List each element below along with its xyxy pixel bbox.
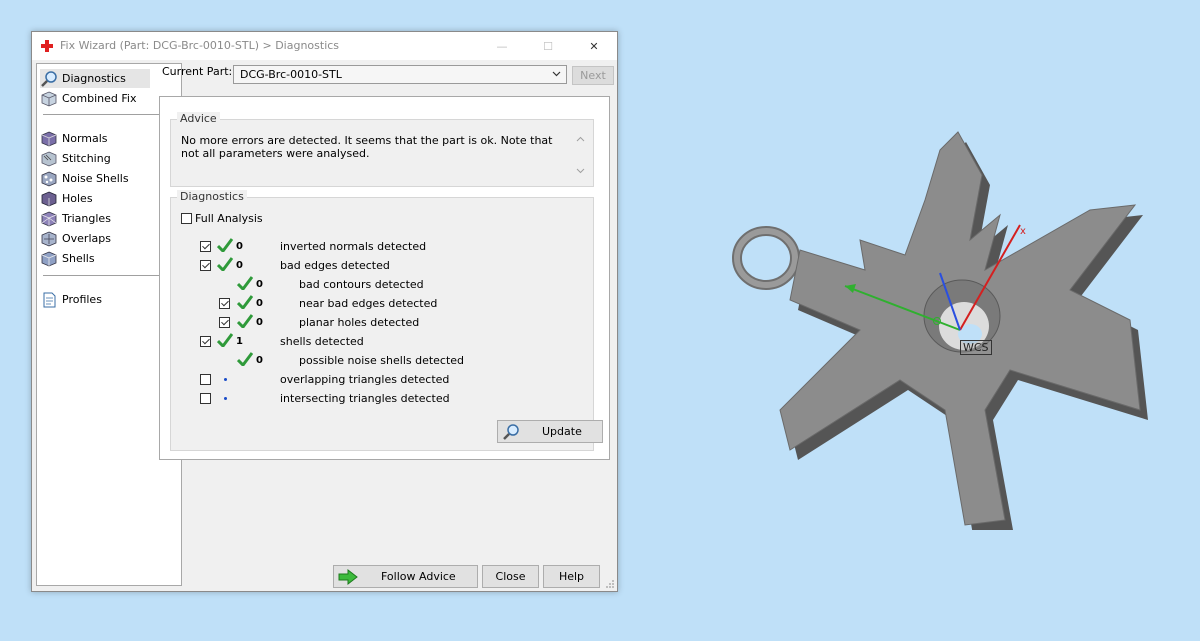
- inverted-normals-label: inverted normals detected: [280, 240, 427, 253]
- bad-edges-count: 0: [236, 260, 243, 271]
- title-bar[interactable]: Fix Wizard (Part: DCG-Brc-0010-STL) > Di…: [32, 32, 617, 60]
- diagnostics-group: Diagnostics Full Analysis 0 inverted nor…: [170, 190, 603, 451]
- fix-wizard-window: Fix Wizard (Part: DCG-Brc-0010-STL) > Di…: [31, 31, 618, 592]
- diagnostics-title: Diagnostics: [177, 190, 247, 203]
- sidebar-item-profiles[interactable]: Profiles: [40, 290, 150, 309]
- near-bad-edges-checkbox[interactable]: [219, 298, 230, 309]
- sidebar-separator: [43, 275, 177, 276]
- shells-count: 1: [236, 336, 243, 347]
- follow-advice-label: Follow Advice: [381, 570, 456, 583]
- sidebar-item-diagnostics[interactable]: Diagnostics: [40, 69, 150, 88]
- noise-shells-count: 0: [256, 355, 263, 366]
- overlaps-icon: [41, 231, 57, 246]
- sidebar-item-shells[interactable]: Shells: [40, 249, 150, 268]
- minimize-button[interactable]: —: [479, 32, 525, 60]
- scroll-down-icon[interactable]: [576, 168, 585, 174]
- sidebar-item-overlaps[interactable]: Overlaps: [40, 229, 150, 248]
- chevron-down-icon: [552, 71, 561, 77]
- stitching-icon: [41, 151, 57, 166]
- next-button[interactable]: Next: [572, 66, 614, 85]
- pending-dot-icon: [224, 397, 227, 400]
- shells-label: shells detected: [280, 335, 364, 348]
- advice-text: No more errors are detected. It seems th…: [181, 134, 553, 160]
- green-check-icon: [217, 238, 233, 252]
- red-cross-icon: [41, 40, 53, 52]
- noise-shells-icon: [41, 171, 57, 186]
- overlapping-triangles-checkbox[interactable]: [200, 374, 211, 385]
- green-check-icon: [237, 314, 253, 328]
- snowflake-part[interactable]: [732, 131, 1148, 530]
- current-part-label: Current Part:: [162, 65, 233, 78]
- advice-textbox[interactable]: No more errors are detected. It seems th…: [173, 130, 591, 184]
- close-button[interactable]: Close: [482, 565, 539, 588]
- inverted-normals-checkbox[interactable]: [200, 241, 211, 252]
- sidebar-item-holes[interactable]: Holes: [40, 189, 150, 208]
- help-button[interactable]: Help: [543, 565, 600, 588]
- advice-title: Advice: [177, 112, 220, 125]
- planar-holes-count: 0: [256, 317, 263, 328]
- near-bad-edges-label: near bad edges detected: [299, 297, 438, 310]
- inverted-normals-count: 0: [236, 241, 243, 252]
- green-arrow-right-icon: [338, 568, 358, 586]
- current-part-select[interactable]: DCG-Brc-0010-STL: [233, 65, 567, 84]
- green-check-icon: [217, 257, 233, 271]
- shells-icon: [41, 251, 57, 266]
- advice-group: Advice No more errors are detected. It s…: [170, 112, 594, 187]
- update-label: Update: [542, 425, 582, 438]
- sidebar-item-stitching[interactable]: Stitching: [40, 149, 150, 168]
- holes-icon: [41, 191, 57, 206]
- resize-grip-icon[interactable]: [605, 579, 615, 589]
- sidebar-separator: [43, 114, 177, 115]
- bad-edges-label: bad edges detected: [280, 259, 390, 272]
- sidebar-item-noise-shells[interactable]: Noise Shells: [40, 169, 150, 188]
- x-axis-label: x: [1020, 226, 1026, 237]
- cube-normals-icon: [41, 131, 57, 146]
- bad-contours-label: bad contours detected: [299, 278, 424, 291]
- green-check-icon: [237, 276, 253, 290]
- bad-contours-count: 0: [256, 279, 263, 290]
- intersecting-triangles-checkbox[interactable]: [200, 393, 211, 404]
- planar-holes-label: planar holes detected: [299, 316, 420, 329]
- green-check-icon: [217, 333, 233, 347]
- green-check-icon: [237, 352, 253, 366]
- sidebar-item-triangles[interactable]: Triangles: [40, 209, 150, 228]
- document-icon: [43, 292, 56, 307]
- follow-advice-button[interactable]: Follow Advice: [333, 565, 478, 588]
- sidebar-item-combined-fix[interactable]: Combined Fix: [40, 89, 150, 108]
- pending-dot-icon: [224, 378, 227, 381]
- current-part-value: DCG-Brc-0010-STL: [240, 68, 342, 81]
- update-button[interactable]: Update: [497, 420, 603, 443]
- bad-edges-checkbox[interactable]: [200, 260, 211, 271]
- full-analysis-checkbox[interactable]: [181, 213, 192, 224]
- sidebar-item-normals[interactable]: Normals: [40, 129, 150, 148]
- close-window-button[interactable]: ✕: [571, 32, 617, 60]
- 3d-viewport[interactable]: x: [728, 128, 1148, 530]
- noise-shells-label: possible noise shells detected: [299, 354, 465, 367]
- scroll-up-icon[interactable]: [576, 136, 585, 142]
- near-bad-edges-count: 0: [256, 298, 263, 309]
- diagnostics-panel: Advice No more errors are detected. It s…: [159, 96, 610, 460]
- shells-checkbox[interactable]: [200, 336, 211, 347]
- magnifier-icon: [503, 424, 519, 440]
- wcs-label: WCS: [960, 340, 992, 355]
- maximize-button[interactable]: ☐: [525, 32, 571, 60]
- magnifier-icon: [41, 70, 57, 87]
- full-analysis-label: Full Analysis: [195, 212, 263, 225]
- planar-holes-checkbox[interactable]: [219, 317, 230, 328]
- cube-icon: [41, 91, 57, 106]
- green-check-icon: [237, 295, 253, 309]
- window-title: Fix Wizard (Part: DCG-Brc-0010-STL) > Di…: [60, 39, 340, 52]
- triangles-icon: [41, 211, 57, 226]
- intersecting-triangles-label: intersecting triangles detected: [280, 392, 450, 405]
- overlapping-triangles-label: overlapping triangles detected: [280, 373, 450, 386]
